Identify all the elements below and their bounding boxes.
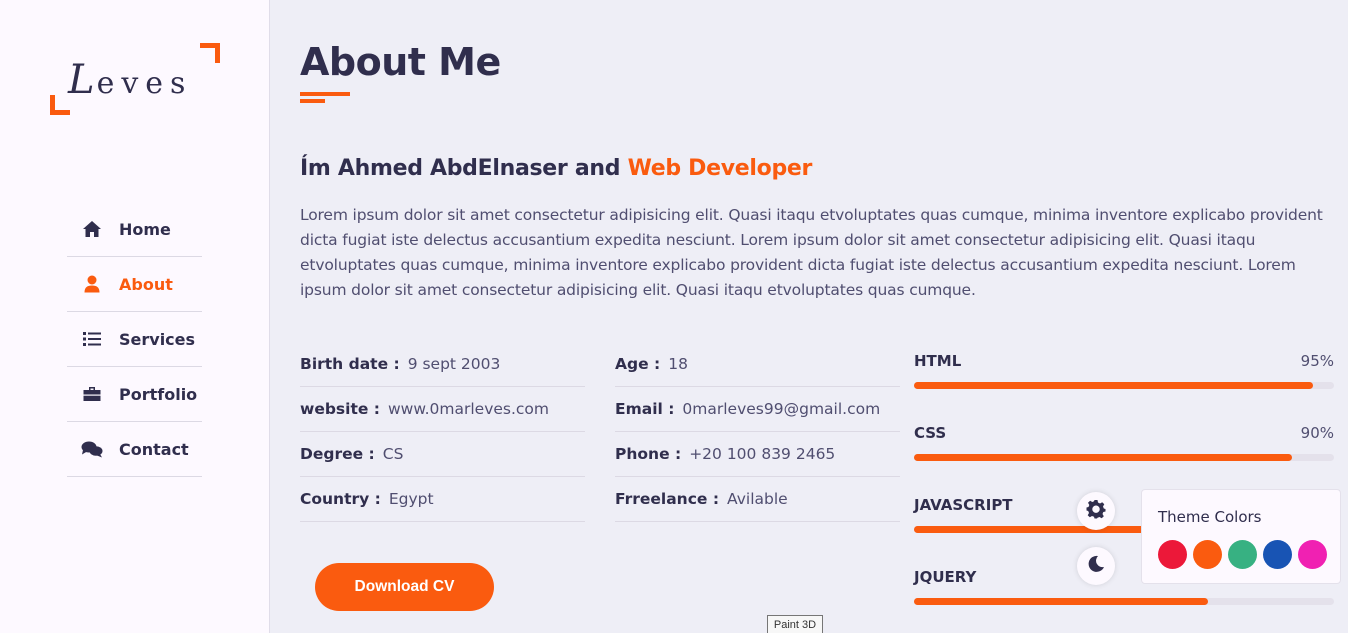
info-value: Egypt (388, 490, 434, 508)
briefcase-icon (81, 384, 103, 404)
nav-item-services[interactable]: Services (67, 312, 202, 367)
skill-percent: 90% (1300, 424, 1334, 442)
nav-item-label: Home (119, 219, 171, 239)
logo-corner-top-right (200, 43, 220, 63)
skill-progress-track (914, 382, 1334, 389)
info-label: Phone : (615, 445, 682, 463)
skill-progress-track (914, 598, 1334, 605)
nav-item-portfolio[interactable]: Portfolio (67, 367, 202, 422)
bio-text: Lorem ipsum dolor sit amet consectetur a… (300, 206, 1323, 299)
info-column-left: Birth date : 9 sept 2003 website : www.0ma… (300, 342, 585, 522)
color-swatch-pink[interactable] (1298, 540, 1327, 569)
info-row-degree: Degree : CS (300, 432, 585, 477)
info-row-country: Country : Egypt (300, 477, 585, 522)
skill-html: HTML 95% (914, 352, 1334, 424)
skill-css: CSS 90% (914, 424, 1334, 496)
color-swatch-blue[interactable] (1263, 540, 1292, 569)
nav-item-label: Services (119, 329, 196, 349)
dark-mode-toggle-button[interactable] (1077, 547, 1115, 585)
nav-item-contact[interactable]: Contact (67, 422, 202, 477)
skill-name: HTML (914, 352, 962, 370)
download-cv-button[interactable]: Download CV (315, 563, 494, 611)
skill-name: CSS (914, 424, 947, 442)
info-label: Birth date : (300, 355, 400, 373)
info-value: CS (382, 445, 404, 463)
skill-percent: 95% (1300, 352, 1334, 370)
info-value: 9 sept 2003 (407, 355, 501, 373)
info-value: 18 (668, 355, 688, 373)
info-label: Age : (615, 355, 661, 373)
info-column-right: Age : 18 Email : 0marleves99@gmail.com Pho… (615, 342, 900, 522)
logo-first-letter: L (68, 57, 97, 103)
skill-name: JAVASCRIPT (914, 496, 1013, 514)
color-swatch-orange[interactable] (1193, 540, 1222, 569)
logo[interactable]: Leves (50, 43, 220, 115)
info-value: +20 100 839 2465 (689, 445, 836, 463)
info-label: Degree : (300, 445, 375, 463)
nav-item-about[interactable]: About (67, 257, 202, 312)
list-icon (81, 329, 103, 349)
color-swatch-red[interactable] (1158, 540, 1187, 569)
skill-progress-fill (914, 454, 1292, 461)
info-label: Country : (300, 490, 381, 508)
info-row-birth-date: Birth date : 9 sept 2003 (300, 342, 585, 387)
gear-icon (1086, 499, 1106, 523)
nav-item-label: About (119, 274, 173, 294)
main-nav: Home About Services Portfolio Contact (67, 202, 202, 477)
nav-item-home[interactable]: Home (67, 202, 202, 257)
skill-progress-fill (914, 382, 1313, 389)
skill-name: JQUERY (914, 568, 977, 586)
info-row-phone: Phone : +20 100 839 2465 (615, 432, 900, 477)
comments-icon (81, 439, 103, 459)
moon-icon (1087, 555, 1105, 577)
title-underline (300, 92, 350, 96)
color-swatch-green[interactable] (1228, 540, 1257, 569)
info-row-website: website : www.0marleves.com (300, 387, 585, 432)
info-label: Frreelance : (615, 490, 720, 508)
headline-role: Web Developer (627, 156, 813, 181)
skill-progress-track (914, 454, 1334, 461)
logo-text: Leves (68, 57, 192, 103)
theme-colors-panel: Theme Colors (1141, 489, 1341, 584)
info-value: 0marleves99@gmail.com (682, 400, 881, 418)
info-label: Email : (615, 400, 675, 418)
tooltip: Paint 3D (767, 615, 823, 633)
info-value: Avilable (727, 490, 788, 508)
settings-toggle-button[interactable] (1077, 492, 1115, 530)
logo-corner-bottom-left (50, 95, 70, 115)
info-row-email: Email : 0marleves99@gmail.com (615, 387, 900, 432)
nav-item-label: Contact (119, 439, 189, 459)
page-title: About Me (300, 40, 501, 84)
home-icon (81, 219, 103, 239)
theme-panel-title: Theme Colors (1158, 508, 1262, 526)
info-row-age: Age : 18 (615, 342, 900, 387)
user-icon (81, 274, 103, 294)
title-underline-short (300, 99, 325, 103)
headline: Ím Ahmed AbdElnaser and Web Developer (300, 156, 812, 181)
info-row-freelance: Frreelance : Avilable (615, 477, 900, 522)
color-swatches (1158, 540, 1327, 569)
logo-rest: eves (96, 66, 193, 101)
info-label: website : (300, 400, 380, 418)
info-value: www.0marleves.com (387, 400, 550, 418)
skill-progress-fill (914, 598, 1208, 605)
nav-item-label: Portfolio (119, 384, 198, 404)
headline-prefix: Ím Ahmed AbdElnaser and (300, 156, 628, 181)
sidebar: Leves Home About Services Portfolio Cont… (0, 0, 270, 633)
